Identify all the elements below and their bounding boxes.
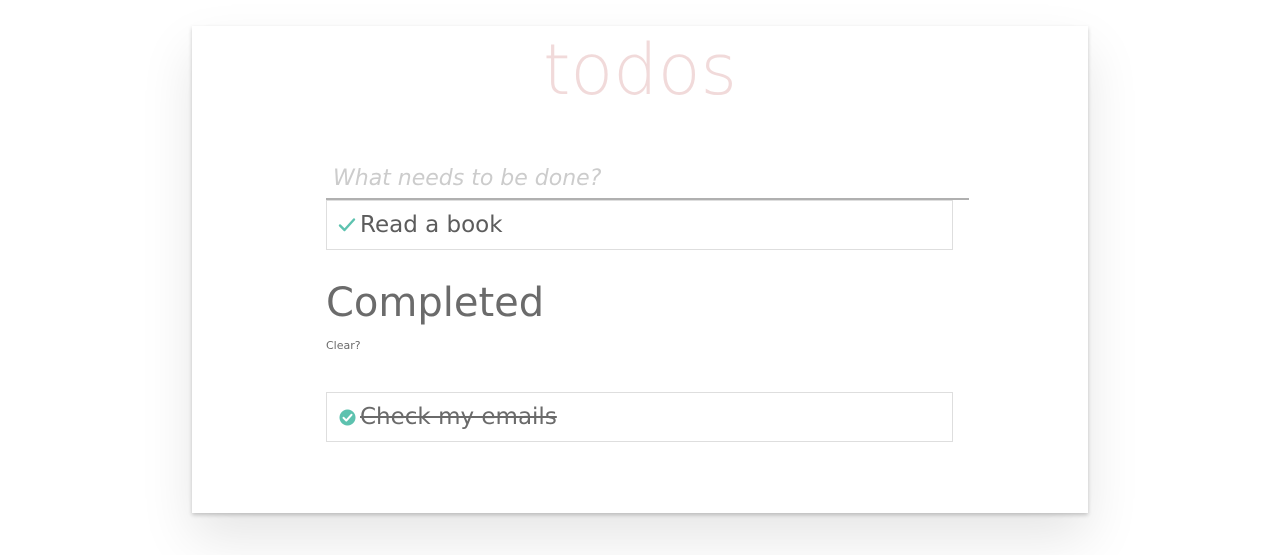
todo-label: Read a book: [360, 212, 503, 238]
todo-item: Check my emails: [326, 392, 953, 442]
clear-completed-link[interactable]: Clear?: [326, 339, 361, 353]
check-circle-icon[interactable]: [337, 407, 357, 427]
app-title: todos: [542, 29, 737, 111]
completed-heading: Completed: [326, 280, 545, 326]
checkmark-icon[interactable]: [337, 215, 357, 235]
todo-app-card: todos Read a book Completed Clear? Check…: [192, 26, 1088, 513]
todo-label: Check my emails: [360, 404, 557, 430]
new-todo-input[interactable]: [326, 158, 969, 200]
todo-item: Read a book: [326, 200, 953, 250]
